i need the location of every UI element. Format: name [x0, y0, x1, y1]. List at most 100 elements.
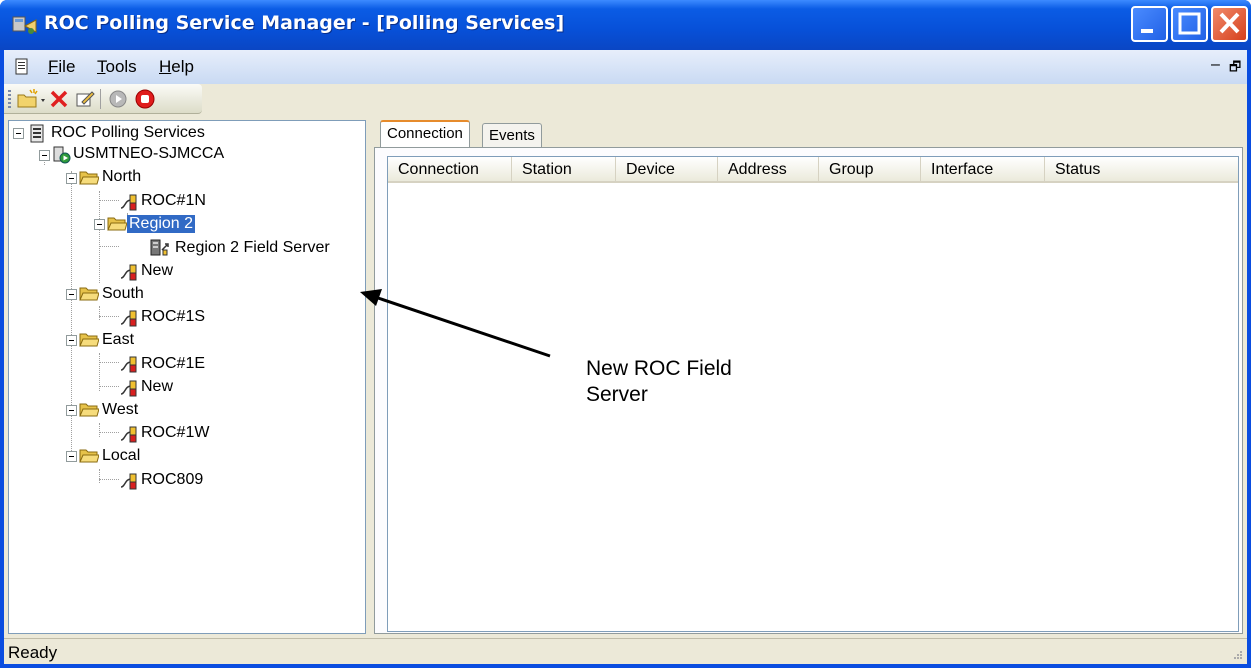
tab-strip: Connection Events	[374, 120, 1243, 148]
list-header: Connection Station Device Address Group …	[388, 157, 1238, 183]
tree-line	[99, 306, 100, 320]
tree-collapse-toggle[interactable]	[39, 150, 50, 161]
tree-node-east[interactable]: East	[100, 329, 136, 351]
app-icon	[12, 16, 37, 34]
tree-node-north[interactable]: North	[100, 166, 143, 188]
new-folder-icon[interactable]	[16, 88, 50, 110]
server-rack-icon	[30, 124, 44, 143]
tree-node-north-new[interactable]: New	[139, 260, 175, 282]
title-bar[interactable]: ROC Polling Service Manager - [Polling S…	[0, 0, 1251, 50]
tree-collapse-toggle[interactable]	[13, 128, 24, 139]
properties-icon[interactable]	[74, 88, 96, 110]
tree-label: ROC#1W	[141, 424, 210, 441]
folder-open-icon	[79, 171, 99, 185]
tree-line	[99, 200, 119, 201]
menu-tools-rest: ools	[105, 57, 137, 76]
tree-label: ROC#1E	[141, 355, 206, 372]
close-button[interactable]	[1211, 6, 1248, 42]
tree-collapse-toggle[interactable]	[66, 173, 77, 184]
roc-device-icon	[120, 473, 137, 490]
folder-open-icon	[79, 333, 99, 347]
tree-node-roc1e[interactable]: ROC#1E	[139, 353, 207, 375]
close-icon	[1219, 12, 1240, 34]
polling-server-icon	[53, 146, 71, 164]
mdi-restore-button[interactable]: 🗗	[1229, 58, 1241, 80]
resize-grip-icon[interactable]	[1231, 648, 1243, 660]
tree-line	[99, 479, 119, 480]
column-header-address[interactable]: Address	[718, 157, 819, 183]
tree-label: USMTNEO-SJMCCA	[73, 145, 225, 162]
tree-node-roc1w[interactable]: ROC#1W	[139, 422, 211, 444]
tree-label: North	[102, 168, 142, 185]
tree-node-server[interactable]: USMTNEO-SJMCCA	[71, 143, 226, 165]
start-icon[interactable]	[107, 88, 129, 110]
tree-node-root[interactable]: ROC Polling Services	[49, 122, 207, 144]
folder-open-icon	[107, 217, 127, 231]
tree-collapse-toggle[interactable]	[94, 219, 105, 230]
folder-open-icon	[79, 449, 99, 463]
toolbar-grip[interactable]	[8, 90, 11, 108]
window-title: ROC Polling Service Manager - [Polling S…	[44, 12, 565, 34]
tab-events[interactable]: Events	[482, 123, 542, 147]
tree-node-roc1s[interactable]: ROC#1S	[139, 306, 207, 328]
tree-line	[99, 469, 100, 483]
column-header-status[interactable]: Status	[1045, 157, 1238, 183]
tree-node-west[interactable]: West	[100, 399, 140, 421]
roc-device-icon	[120, 426, 137, 443]
tree-collapse-toggle[interactable]	[66, 335, 77, 346]
tab-panel-connection: Connection Station Device Address Group …	[374, 147, 1243, 634]
column-header-device[interactable]: Device	[616, 157, 718, 183]
tree-node-roc809[interactable]: ROC809	[139, 469, 205, 491]
tree-node-region2[interactable]: Region 2	[127, 213, 196, 235]
tree-line	[99, 246, 119, 247]
tree-collapse-toggle[interactable]	[66, 451, 77, 462]
app-window: ROC Polling Service Manager - [Polling S…	[0, 0, 1251, 668]
connection-list[interactable]: Connection Station Device Address Group …	[387, 156, 1239, 632]
menu-file[interactable]: File	[48, 57, 75, 77]
callout-line-2: Server	[586, 383, 648, 406]
tree-line	[99, 423, 100, 437]
menu-tools-accel: T	[97, 57, 106, 76]
tree-line	[99, 432, 119, 433]
tree-label: East	[102, 331, 135, 348]
column-header-group[interactable]: Group	[819, 157, 921, 183]
tree-line	[99, 316, 119, 317]
stop-icon[interactable]	[134, 88, 156, 110]
roc-device-icon	[120, 356, 137, 373]
tree-label: New	[141, 262, 174, 279]
tab-connection[interactable]: Connection	[380, 120, 470, 147]
pane-splitter[interactable]	[366, 120, 374, 634]
menu-help-accel: H	[159, 57, 172, 76]
toolbar	[4, 84, 202, 114]
delete-icon[interactable]	[48, 88, 70, 110]
tree-view[interactable]: ROC Polling Services USMTNEO-SJMCCA Nort…	[8, 120, 366, 634]
tree-label: West	[102, 401, 139, 418]
tree-label: ROC#1N	[141, 192, 206, 209]
tree-label: ROC#1S	[141, 308, 206, 325]
tree-label: ROC809	[141, 471, 204, 488]
column-header-station[interactable]: Station	[512, 157, 616, 183]
tree-line	[99, 191, 100, 283]
mdi-document-icon[interactable]	[14, 58, 30, 76]
minimize-button[interactable]	[1131, 6, 1168, 42]
tree-label-selected: Region 2	[127, 215, 196, 233]
menu-help-rest: elp	[171, 57, 194, 76]
tree-collapse-toggle[interactable]	[66, 405, 77, 416]
tree-node-east-new[interactable]: New	[139, 376, 175, 398]
roc-device-icon	[120, 310, 137, 327]
tree-node-region2-field-server[interactable]: Region 2 Field Server	[173, 237, 332, 259]
tree-label: Local	[102, 447, 141, 464]
menu-help[interactable]: Help	[159, 57, 194, 77]
column-header-interface[interactable]: Interface	[921, 157, 1045, 183]
mdi-minimize-button[interactable]: –	[1211, 56, 1220, 74]
status-text: Ready	[8, 643, 58, 662]
callout-text: New ROC Field Server	[586, 356, 806, 408]
tree-node-south[interactable]: South	[100, 283, 146, 305]
tree-node-local[interactable]: Local	[100, 445, 142, 467]
menu-tools[interactable]: Tools	[97, 57, 137, 77]
status-bar: Ready	[4, 638, 1247, 664]
column-header-connection[interactable]: Connection	[388, 157, 512, 183]
tree-node-roc1n[interactable]: ROC#1N	[139, 190, 208, 212]
maximize-button[interactable]	[1171, 6, 1208, 42]
tree-collapse-toggle[interactable]	[66, 289, 77, 300]
